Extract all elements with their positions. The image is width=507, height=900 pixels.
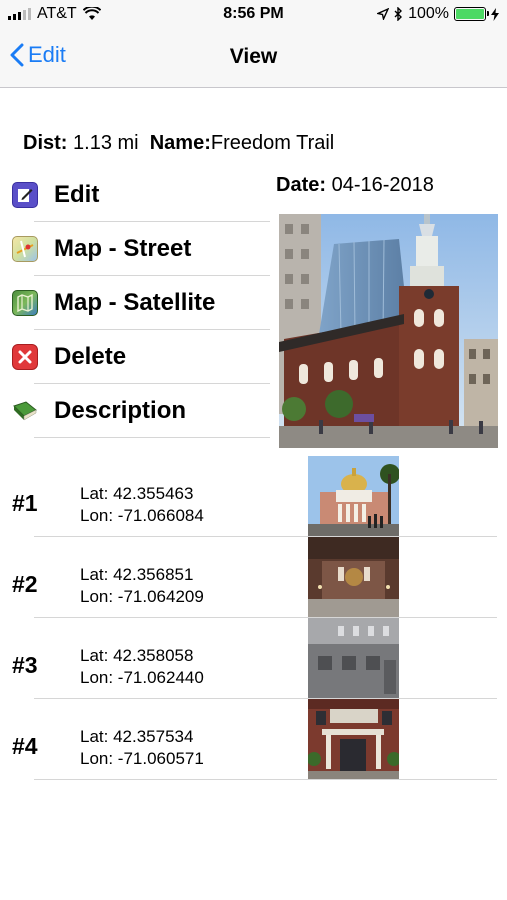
trail-info: Dist: 1.13 mi Name:Freedom Trail (23, 132, 334, 155)
battery-percent: 100% (408, 5, 449, 22)
waypoint-lon: Lon: -71.062440 (80, 668, 204, 687)
dist-value: 1.13 mi (73, 132, 139, 154)
delete-icon (12, 344, 38, 370)
book-icon (12, 398, 38, 424)
waypoint-photo[interactable] (308, 618, 399, 698)
waypoint-coords: Lat: 42.358058 Lon: -71.062440 (80, 645, 204, 689)
name-value: Freedom Trail (210, 132, 335, 154)
waypoint-lat: Lat: 42.355463 (80, 484, 194, 503)
waypoint-lon: Lon: -71.064209 (80, 587, 204, 606)
edit-icon (12, 182, 38, 208)
waypoint-row-1[interactable]: #1 Lat: 42.355463 Lon: -71.066084 (0, 456, 507, 537)
waypoint-photo[interactable] (308, 699, 399, 779)
bluetooth-icon (394, 7, 403, 21)
waypoint-number: #2 (12, 571, 38, 597)
page-title: View (229, 45, 278, 68)
waypoint-number: #1 (12, 490, 38, 516)
status-right: 100% (377, 5, 499, 23)
dist-label: Dist: (23, 132, 68, 154)
waypoint-photo[interactable] (308, 537, 399, 617)
menu-item-map-satellite[interactable]: Map - Satellite (0, 276, 270, 330)
waypoint-photo[interactable] (308, 456, 399, 536)
satellite-map-icon (12, 290, 38, 316)
date-value: 04-16-2018 (331, 174, 434, 196)
action-menu: Edit Map - Street Map - Satellite Delete… (0, 168, 270, 438)
menu-item-description[interactable]: Description (0, 384, 270, 438)
waypoint-lon: Lon: -71.066084 (80, 506, 204, 525)
waypoint-list: #1 Lat: 42.355463 Lon: -71.066084 #2 Lat… (0, 456, 507, 780)
date-label: Date: (276, 174, 327, 196)
waypoint-coords: Lat: 42.356851 Lon: -71.064209 (80, 564, 204, 608)
navigation-bar: Edit View (0, 30, 507, 88)
waypoint-lat: Lat: 42.356851 (80, 565, 194, 584)
menu-label-description: Description (54, 397, 187, 424)
status-bar: AT&T 8:56 PM 100% (0, 0, 507, 30)
waypoint-coords: Lat: 42.357534 Lon: -71.060571 (80, 726, 204, 770)
waypoint-row-3[interactable]: #3 Lat: 42.358058 Lon: -71.062440 (0, 618, 507, 699)
menu-item-delete[interactable]: Delete (0, 330, 270, 384)
menu-item-map-street[interactable]: Map - Street (0, 222, 270, 276)
waypoint-lat: Lat: 42.357534 (80, 727, 194, 746)
menu-label-map-street: Map - Street (54, 235, 192, 262)
battery-icon (454, 7, 489, 21)
menu-label-edit: Edit (54, 181, 100, 208)
name-label: Name: (149, 132, 211, 154)
menu-label-delete: Delete (54, 343, 127, 370)
waypoint-number: #4 (12, 733, 38, 759)
trail-main-photo[interactable] (279, 214, 498, 448)
waypoint-row-4[interactable]: #4 Lat: 42.357534 Lon: -71.060571 (0, 699, 507, 780)
trail-date: Date: 04-16-2018 (276, 174, 434, 197)
menu-item-edit[interactable]: Edit (0, 168, 270, 222)
waypoint-lat: Lat: 42.358058 (80, 646, 194, 665)
waypoint-coords: Lat: 42.355463 Lon: -71.066084 (80, 483, 204, 527)
menu-label-map-satellite: Map - Satellite (54, 289, 216, 316)
street-map-icon (12, 236, 38, 262)
waypoint-number: #3 (12, 652, 38, 678)
waypoint-lon: Lon: -71.060571 (80, 749, 204, 768)
charging-icon (491, 7, 499, 21)
waypoint-row-2[interactable]: #2 Lat: 42.356851 Lon: -71.064209 (0, 537, 507, 618)
location-icon (377, 8, 390, 20)
